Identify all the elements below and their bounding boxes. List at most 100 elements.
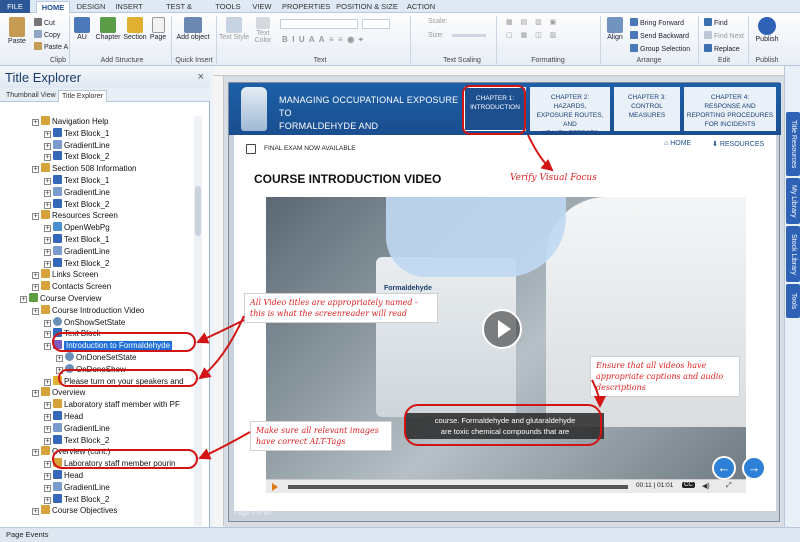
- tab-title-explorer[interactable]: Title Explorer: [58, 90, 107, 102]
- tab-tools-side[interactable]: Tools: [786, 284, 800, 318]
- close-icon[interactable]: ×: [198, 71, 204, 83]
- bring-forward-button[interactable]: Bring Forward: [630, 18, 684, 27]
- tab-home[interactable]: HOME: [36, 1, 70, 13]
- expand-toggle-icon[interactable]: +: [44, 130, 51, 138]
- expand-toggle-icon[interactable]: +: [32, 272, 39, 280]
- expand-toggle-icon[interactable]: +: [44, 437, 51, 445]
- seek-bar[interactable]: [288, 485, 628, 489]
- resources-link[interactable]: ⬇ RESOURCES: [712, 140, 764, 148]
- expand-toggle-icon[interactable]: +: [32, 508, 39, 516]
- replace-button[interactable]: Replace: [704, 44, 740, 53]
- formatting-tools[interactable]: ▦ ▤ ▥ ▣: [506, 18, 559, 26]
- tab-file[interactable]: FILE: [0, 0, 30, 13]
- expand-toggle-icon[interactable]: +: [44, 378, 51, 386]
- cut-button[interactable]: Cut: [34, 18, 55, 27]
- tab-position-size[interactable]: POSITION & SIZE: [336, 1, 398, 13]
- copy-button[interactable]: Copy: [34, 30, 60, 39]
- expand-toggle-icon[interactable]: +: [44, 142, 51, 150]
- expand-toggle-icon[interactable]: +: [44, 496, 51, 504]
- tree-item[interactable]: + OnDoneSetState: [56, 352, 136, 363]
- expand-toggle-icon[interactable]: +: [44, 402, 51, 410]
- volume-icon[interactable]: ◀): [702, 482, 710, 490]
- tree-item[interactable]: + Overview: [32, 387, 85, 398]
- expand-toggle-icon[interactable]: +: [32, 213, 39, 221]
- tree-item[interactable]: + Course Introduction Video: [32, 304, 144, 316]
- tree-item[interactable]: + Text Block_2: [44, 151, 109, 162]
- find-next-button[interactable]: Find Next: [704, 31, 744, 40]
- tree-item[interactable]: + Text Block_2: [44, 493, 109, 505]
- expand-toggle-icon[interactable]: +: [44, 331, 51, 339]
- next-page-button[interactable]: →: [742, 456, 766, 480]
- align-button[interactable]: Align: [604, 17, 626, 41]
- tree-item[interactable]: + Text Block_1: [44, 127, 109, 139]
- tree-item[interactable]: + Contacts Screen: [32, 281, 111, 292]
- expand-toggle-icon[interactable]: +: [44, 237, 51, 244]
- tree-item[interactable]: + Head: [44, 470, 83, 481]
- add-section-button[interactable]: Section: [122, 17, 148, 41]
- text-style-button[interactable]: Text Style: [218, 17, 250, 41]
- expand-toggle-icon[interactable]: +: [44, 154, 51, 162]
- tree-item[interactable]: + GradientLine: [44, 481, 110, 493]
- paste-button[interactable]: Paste: [5, 17, 29, 45]
- tree-item[interactable]: + OpenWebPg: [44, 222, 110, 233]
- expand-toggle-icon[interactable]: +: [20, 296, 27, 303]
- font-family-select[interactable]: [280, 19, 358, 29]
- tree-item[interactable]: + OnShowSetState: [44, 316, 125, 328]
- tree-item[interactable]: + Course Overview: [20, 293, 101, 304]
- expand-toggle-icon[interactable]: +: [44, 225, 51, 233]
- text-color-button[interactable]: Text Color: [252, 17, 274, 44]
- tab-insert[interactable]: INSERT: [112, 1, 146, 13]
- expand-toggle-icon[interactable]: +: [44, 343, 51, 351]
- fullscreen-icon[interactable]: ⤢: [726, 482, 732, 490]
- expand-toggle-icon[interactable]: +: [56, 355, 63, 362]
- tab-thumbnail-view[interactable]: Thumbnail View: [3, 90, 59, 102]
- group-selection-button[interactable]: Group Selection: [630, 44, 690, 53]
- expand-toggle-icon[interactable]: +: [44, 414, 51, 421]
- tree-item[interactable]: + Laboratory staff member with PF: [44, 399, 180, 410]
- tree-item[interactable]: + Text Block_2: [44, 434, 109, 446]
- previous-page-button[interactable]: ←: [712, 456, 736, 480]
- tree-item[interactable]: + Head: [44, 411, 83, 422]
- tree-scrollbar-thumb[interactable]: [195, 186, 201, 236]
- expand-toggle-icon[interactable]: +: [44, 260, 51, 268]
- formatting-tools-row2[interactable]: ▢ ▦ ◫ ▥: [506, 31, 559, 39]
- tab-view[interactable]: VIEW: [248, 1, 276, 13]
- expand-toggle-icon[interactable]: +: [32, 449, 39, 457]
- tree-item[interactable]: + Text Block_2: [44, 198, 109, 210]
- tab-properties[interactable]: PROPERTIES: [282, 1, 330, 13]
- chapter-4-button[interactable]: CHAPTER 4: RESPONSE AND REPORTING PROCED…: [684, 87, 776, 131]
- chapter-2-button[interactable]: CHAPTER 2: HAZARDS, EXPOSURE ROUTES, AND…: [530, 87, 610, 137]
- home-link[interactable]: ⌂ HOME: [664, 140, 691, 147]
- tab-stock-library[interactable]: Stock Library: [786, 226, 800, 282]
- final-exam-link[interactable]: FINAL EXAM NOW AVAILABLE: [264, 145, 356, 152]
- tab-tools[interactable]: TOOLS: [212, 1, 244, 13]
- tab-action[interactable]: ACTION: [404, 1, 438, 13]
- expand-toggle-icon[interactable]: +: [44, 319, 51, 327]
- tree-item[interactable]: + Course Objectives: [32, 505, 117, 516]
- expand-toggle-icon[interactable]: +: [44, 473, 51, 480]
- paste-attributes-button[interactable]: Paste A: [34, 42, 68, 51]
- add-au-button[interactable]: AU: [72, 17, 92, 41]
- add-object-button[interactable]: Add object: [174, 17, 212, 41]
- expand-toggle-icon[interactable]: +: [44, 461, 51, 469]
- expand-toggle-icon[interactable]: +: [44, 425, 51, 433]
- expand-toggle-icon[interactable]: +: [44, 189, 51, 197]
- add-chapter-button[interactable]: Chapter: [94, 17, 122, 41]
- expand-toggle-icon[interactable]: +: [32, 390, 39, 398]
- expand-toggle-icon[interactable]: +: [32, 166, 39, 174]
- expand-toggle-icon[interactable]: +: [44, 201, 51, 209]
- tree-item[interactable]: + Text Block_1: [44, 175, 109, 186]
- control-play-icon[interactable]: [272, 483, 278, 491]
- tree-item[interactable]: + Section 508 Information: [32, 163, 137, 174]
- tree-item[interactable]: + Links Screen: [32, 269, 98, 280]
- expand-toggle-icon[interactable]: +: [44, 178, 51, 185]
- expand-toggle-icon[interactable]: +: [44, 248, 51, 256]
- find-button[interactable]: Find: [704, 18, 728, 27]
- tree-item[interactable]: + Text Block_1: [44, 234, 109, 245]
- tree-item[interactable]: + GradientLine: [44, 422, 110, 434]
- font-size-select[interactable]: [362, 19, 390, 29]
- format-buttons[interactable]: B I U A A ≡ ≡ ◉ ⌖: [282, 35, 363, 45]
- tab-my-library[interactable]: My Library: [786, 178, 800, 224]
- chapter-3-button[interactable]: CHAPTER 3: CONTROL MEASURES: [614, 87, 680, 131]
- expand-toggle-icon[interactable]: +: [32, 119, 39, 126]
